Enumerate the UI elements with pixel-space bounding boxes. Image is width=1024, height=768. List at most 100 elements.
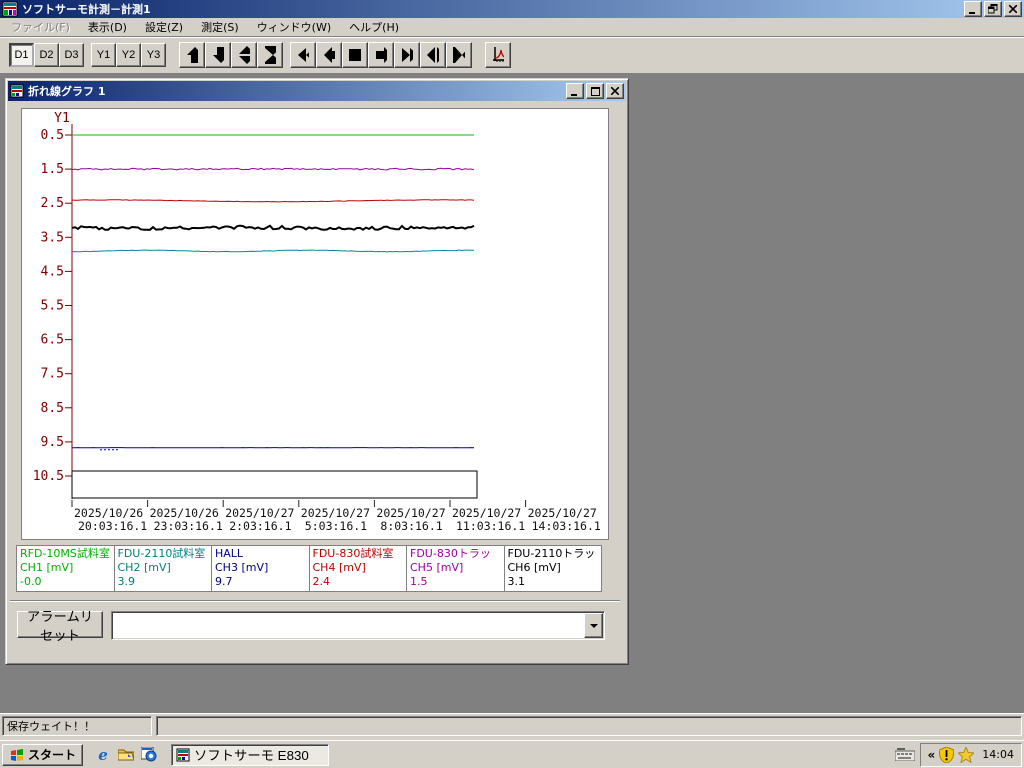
channel-value: 2.4 xyxy=(312,575,331,588)
compress-vertical-button[interactable] xyxy=(257,42,283,68)
menu-settings[interactable]: 設定(Z) xyxy=(136,17,192,37)
svg-text:1.5: 1.5 xyxy=(41,162,64,177)
expand-vertical-button[interactable] xyxy=(231,42,257,68)
up-arrow-icon xyxy=(187,47,198,63)
folder-icon[interactable] xyxy=(118,747,135,763)
fast-forward-button[interactable] xyxy=(394,42,420,68)
scroll-up-button[interactable] xyxy=(179,42,205,68)
status-bar: 保存ウェイト！！ xyxy=(0,713,1024,740)
channel-name: RFD-10MS試料室 xyxy=(20,547,110,560)
svg-text:Y1: Y1 xyxy=(54,111,70,126)
mdi-area: 折れ線グラフ 1 Y1 0.5 1.5 2.5 3.5 4.5 5.5 6.5 … xyxy=(0,73,1024,713)
ie-icon[interactable]: e xyxy=(95,747,111,763)
alarm-combobox-value xyxy=(112,612,583,639)
title-bar: ソフトサーモ計測－計測1 xyxy=(0,0,1024,18)
toolbar-y1-button[interactable]: Y1 xyxy=(91,43,116,67)
channel-unit: CH3 [mV] xyxy=(215,561,269,574)
step-forward-button[interactable] xyxy=(368,42,394,68)
svg-text:2:03:16.1: 2:03:16.1 xyxy=(229,519,291,533)
fast-rewind-button[interactable] xyxy=(290,42,316,68)
folder-shape-icon xyxy=(118,749,135,761)
ie-glyph: e xyxy=(98,745,108,764)
svg-text:5:03:16.1: 5:03:16.1 xyxy=(305,519,367,533)
menu-window[interactable]: ウィンドウ(W) xyxy=(248,17,340,37)
channel-name: HALL xyxy=(215,547,244,560)
legend-cell: FDU-2110試料室 CH2 [mV] 3.9 xyxy=(113,546,212,591)
channel-value: -0.0 xyxy=(20,575,42,588)
stop-button[interactable] xyxy=(342,42,368,68)
menu-measure[interactable]: 測定(S) xyxy=(192,17,248,37)
graph-close-button[interactable] xyxy=(606,83,624,99)
toolbar-y2-button[interactable]: Y2 xyxy=(116,43,141,67)
graph-tool-icon xyxy=(493,47,504,62)
menu-help[interactable]: ヘルプ(H) xyxy=(340,17,408,37)
svg-text:7.5: 7.5 xyxy=(41,367,64,382)
step-back-button[interactable] xyxy=(316,42,342,68)
alarm-combobox[interactable] xyxy=(111,611,605,640)
svg-text:14:03:16.1: 14:03:16.1 xyxy=(532,519,601,533)
svg-text:0.5: 0.5 xyxy=(41,128,64,143)
channel-value: 3.9 xyxy=(117,575,136,588)
graph-minimize-button[interactable] xyxy=(566,83,584,99)
svg-text:2025/10/27: 2025/10/27 xyxy=(528,506,597,520)
alarm-reset-button[interactable]: アラームリセット xyxy=(17,609,103,643)
expand-horizontal-button[interactable] xyxy=(420,42,446,68)
legend-cell: HALL CH3 [mV] 9.7 xyxy=(211,546,309,591)
channel-unit: CH1 [mV] xyxy=(20,561,74,574)
scroll-down-button[interactable] xyxy=(205,42,231,68)
keyboard-icon[interactable] xyxy=(894,748,915,761)
compress-horizontal-button[interactable] xyxy=(446,42,472,68)
taskbar: スタート e ソフトサーモ E830 « 14:04 xyxy=(0,740,1024,768)
restore-button[interactable] xyxy=(984,1,1002,17)
expand-vertical-icon xyxy=(239,46,250,64)
channel-value: 9.7 xyxy=(215,575,233,588)
start-button-label: スタート xyxy=(28,748,77,762)
svg-text:4.5: 4.5 xyxy=(41,264,64,279)
svg-text:2025/10/26: 2025/10/26 xyxy=(74,506,143,520)
task-button-softthermo[interactable]: ソフトサーモ E830 xyxy=(171,743,330,766)
channel-unit: CH2 [mV] xyxy=(117,561,171,574)
graph-window: 折れ線グラフ 1 Y1 0.5 1.5 2.5 3.5 4.5 5.5 6.5 … xyxy=(5,78,629,665)
menu-bar: ファイル(F) 表示(D) 設定(Z) 測定(S) ウィンドウ(W) ヘルプ(H… xyxy=(0,18,1024,36)
system-tray: « 14:04 xyxy=(919,742,1022,767)
graph-window-title: 折れ線グラフ 1 xyxy=(28,85,106,98)
channel-unit: CH5 [mV] xyxy=(410,561,464,574)
app-icon xyxy=(2,1,18,17)
star-icon[interactable] xyxy=(958,746,975,763)
channel-value: 1.5 xyxy=(410,575,428,588)
close-button[interactable] xyxy=(1004,1,1022,17)
line-chart: Y1 0.5 1.5 2.5 3.5 4.5 5.5 6.5 7.5 8.5 9.5 10.5 2025… xyxy=(33,111,601,533)
svg-text:8:03:16.1: 8:03:16.1 xyxy=(380,519,442,533)
ie-page-icon[interactable] xyxy=(141,747,157,763)
start-button[interactable]: スタート xyxy=(2,743,84,766)
toolbar-y3-button[interactable]: Y3 xyxy=(141,43,166,67)
app-window: ソフトサーモ計測－計測1 ファイル(F) 表示(D) 設定(Z) 測定(S) ウ… xyxy=(0,0,1024,740)
channel-unit: CH4 [mV] xyxy=(312,561,366,574)
toolbar-d1-button[interactable]: D1 xyxy=(9,43,34,67)
svg-text:3.5: 3.5 xyxy=(41,230,64,245)
close-icon xyxy=(1009,5,1017,13)
task-button-label: ソフトサーモ E830 xyxy=(194,748,309,763)
channel-name: FDU-2110試料室 xyxy=(117,547,206,560)
graph-maximize-button[interactable] xyxy=(586,83,604,99)
svg-text:11:03:16.1: 11:03:16.1 xyxy=(456,519,525,533)
graph-tool-button[interactable] xyxy=(485,42,511,68)
graph-window-icon xyxy=(10,84,24,98)
channel-name: FDU-830トラッ xyxy=(410,547,491,560)
svg-text:23:03:16.1: 23:03:16.1 xyxy=(154,519,223,533)
toolbar-d3-button[interactable]: D3 xyxy=(59,43,84,67)
down-arrow-icon xyxy=(213,47,224,63)
menu-view[interactable]: 表示(D) xyxy=(79,17,136,37)
channel-name: FDU-2110トラッ xyxy=(507,547,596,560)
chart-panel: Y1 0.5 1.5 2.5 3.5 4.5 5.5 6.5 7.5 8.5 9.5 10.5 2025… xyxy=(21,108,609,540)
tray-chevron-button[interactable]: « xyxy=(928,748,936,762)
security-shield-icon[interactable] xyxy=(939,746,955,763)
expand-horizontal-icon xyxy=(427,47,439,63)
legend-cell: FDU-830試料室 CH4 [mV] 2.4 xyxy=(308,546,407,591)
window-title: ソフトサーモ計測－計測1 xyxy=(22,3,151,16)
channel-name: FDU-830試料室 xyxy=(312,547,394,560)
minimize-button[interactable] xyxy=(964,1,982,17)
alarm-combobox-dropdown-button[interactable] xyxy=(584,613,603,638)
svg-text:2025/10/27: 2025/10/27 xyxy=(376,506,445,520)
toolbar-d2-button[interactable]: D2 xyxy=(34,43,59,67)
